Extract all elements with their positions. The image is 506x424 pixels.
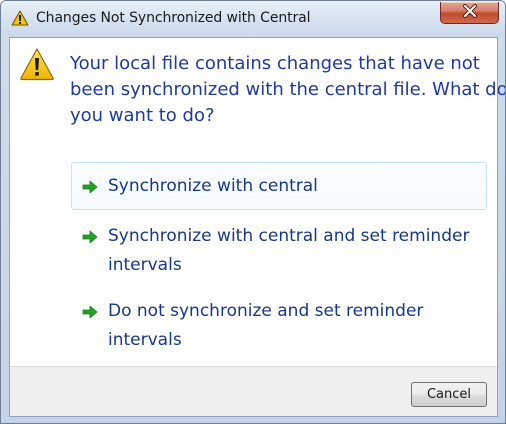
instruction-line: you want to do? <box>70 105 215 126</box>
green-arrow-icon <box>82 229 98 244</box>
title-bar[interactable]: Changes Not Synchronized with Central <box>1 1 505 37</box>
green-arrow-icon <box>82 304 98 319</box>
command-link-no-sync-set-reminder[interactable]: Do not synchronize and set reminder inte… <box>71 295 487 357</box>
command-link-synchronize-set-reminder[interactable]: Synchronize with central and set reminde… <box>71 220 487 282</box>
green-arrow-icon <box>82 179 98 194</box>
warning-icon <box>11 10 29 26</box>
warning-icon <box>19 47 55 81</box>
command-label: Do not synchronize and set reminder <box>108 301 424 321</box>
window-title: Changes Not Synchronized with Central <box>36 10 311 26</box>
command-label: Synchronize with central and set reminde… <box>108 226 470 246</box>
close-button[interactable] <box>440 2 499 24</box>
instruction-line: been synchronized with the central file.… <box>70 79 506 100</box>
close-icon <box>462 3 478 22</box>
command-label: intervals <box>108 255 182 275</box>
main-instruction: Your local file contains changes that ha… <box>70 51 506 129</box>
instruction-line: Your local file contains changes that ha… <box>70 53 480 74</box>
command-label: Synchronize with central <box>108 176 318 196</box>
command-label: intervals <box>108 330 182 350</box>
dialog-content: Your local file contains changes that ha… <box>9 37 506 417</box>
command-link-synchronize[interactable]: Synchronize with central <box>71 162 487 210</box>
dialog-footer: Cancel <box>10 366 497 416</box>
cancel-button[interactable]: Cancel <box>411 382 487 407</box>
dialog-window: Changes Not Synchronized with Central Yo… <box>0 0 506 424</box>
